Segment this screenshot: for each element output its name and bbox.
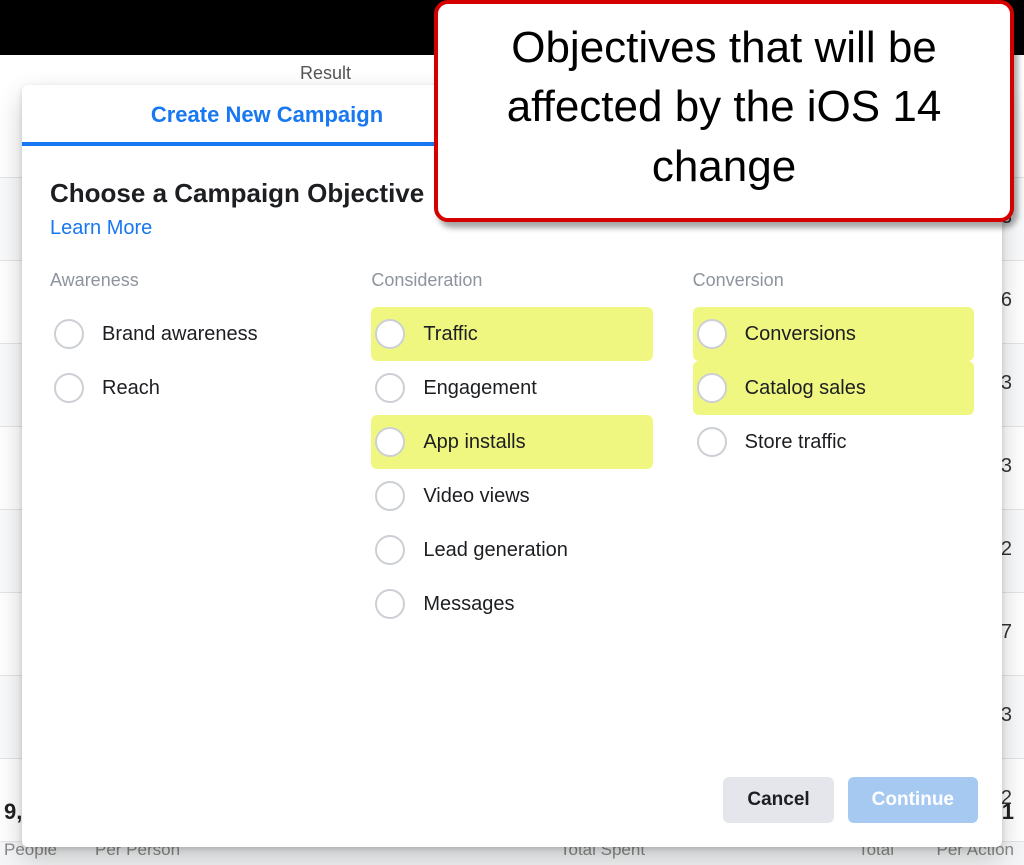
annotation-callout: Objectives that will be affected by the …: [434, 0, 1014, 222]
objective-label: Lead generation: [423, 539, 568, 562]
radio-icon: [375, 319, 405, 349]
objective-engagement[interactable]: Engagement: [371, 361, 652, 415]
objective-label: Catalog sales: [745, 377, 866, 400]
annotation-text: Objectives that will be affected by the …: [456, 18, 992, 196]
bg-row-tail: 3: [1001, 455, 1012, 478]
objective-brand-awareness[interactable]: Brand awareness: [50, 307, 331, 361]
bg-row-tail: 6: [1001, 289, 1012, 312]
radio-icon: [54, 319, 84, 349]
column-header: Awareness: [50, 270, 331, 291]
objective-label: Brand awareness: [102, 323, 258, 346]
objective-label: Traffic: [423, 323, 477, 346]
objective-lead-generation[interactable]: Lead generation: [371, 523, 652, 577]
objective-reach[interactable]: Reach: [50, 361, 331, 415]
radio-icon: [697, 427, 727, 457]
modal-content: Choose a Campaign Objective Learn More A…: [22, 146, 1002, 759]
objective-catalog-sales[interactable]: Catalog sales: [693, 361, 974, 415]
bg-row-tail: 7: [1001, 621, 1012, 644]
column-header: Consideration: [371, 270, 652, 291]
objective-label: Engagement: [423, 377, 536, 400]
radio-icon: [375, 427, 405, 457]
bg-header-result: Result: [300, 63, 351, 84]
radio-icon: [375, 481, 405, 511]
radio-icon: [375, 535, 405, 565]
objective-conversions[interactable]: Conversions: [693, 307, 974, 361]
tab-label: Create New Campaign: [151, 102, 383, 128]
objective-video-views[interactable]: Video views: [371, 469, 652, 523]
radio-icon: [54, 373, 84, 403]
bg-total-right: 1: [1002, 799, 1014, 825]
modal-footer: Cancel Continue: [22, 759, 1002, 847]
column-consideration: Consideration Traffic Engagement App ins…: [371, 270, 652, 631]
radio-icon: [375, 589, 405, 619]
objective-messages[interactable]: Messages: [371, 577, 652, 631]
objective-traffic[interactable]: Traffic: [371, 307, 652, 361]
objective-label: Video views: [423, 485, 529, 508]
radio-icon: [375, 373, 405, 403]
bg-row-tail: 2: [1001, 538, 1012, 561]
learn-more-link[interactable]: Learn More: [50, 217, 152, 240]
objective-label: App installs: [423, 431, 525, 454]
column-conversion: Conversion Conversions Catalog sales Sto…: [693, 270, 974, 631]
objective-label: Store traffic: [745, 431, 847, 454]
continue-button[interactable]: Continue: [848, 777, 978, 823]
objective-app-installs[interactable]: App installs: [371, 415, 652, 469]
bg-row-tail: 3: [1001, 704, 1012, 727]
radio-icon: [697, 373, 727, 403]
objective-store-traffic[interactable]: Store traffic: [693, 415, 974, 469]
column-awareness: Awareness Brand awareness Reach: [50, 270, 331, 631]
bg-total-left: 9,: [4, 799, 22, 825]
objective-label: Messages: [423, 593, 514, 616]
objective-label: Reach: [102, 377, 160, 400]
cancel-button[interactable]: Cancel: [723, 777, 833, 823]
objective-label: Conversions: [745, 323, 856, 346]
bg-row-tail: 3: [1001, 372, 1012, 395]
radio-icon: [697, 319, 727, 349]
objective-columns: Awareness Brand awareness Reach Consider…: [50, 270, 974, 631]
column-header: Conversion: [693, 270, 974, 291]
